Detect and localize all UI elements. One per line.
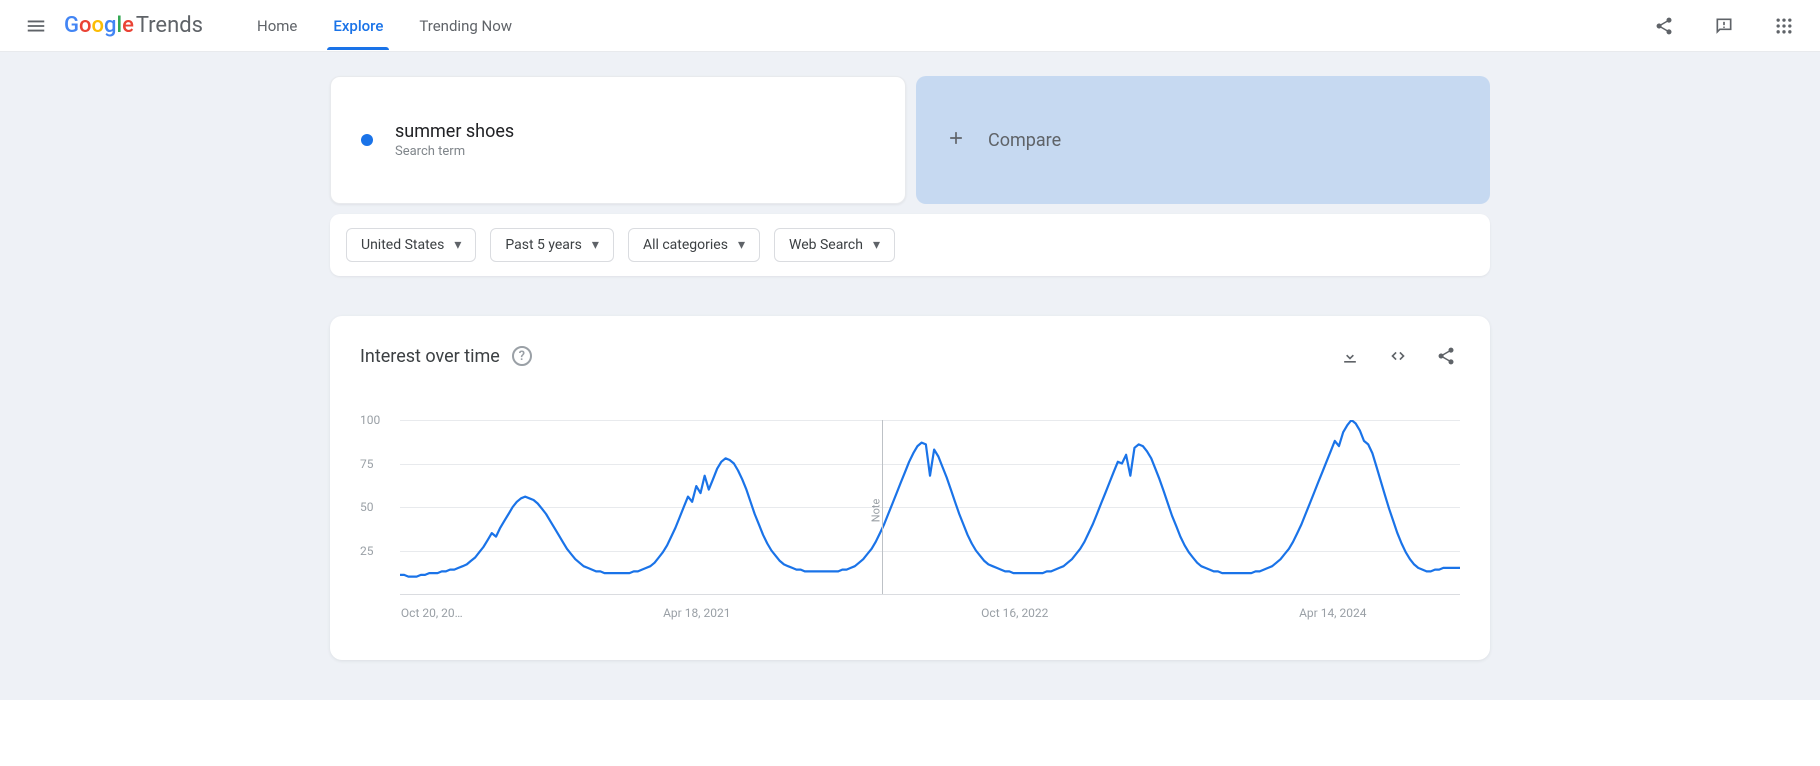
y-tick-label: 75 (360, 457, 374, 471)
page-body: summer shoes Search term Compare United … (0, 52, 1820, 700)
chevron-down-icon: ▾ (873, 237, 880, 253)
chevron-down-icon: ▾ (738, 237, 745, 253)
share-icon[interactable] (1644, 6, 1684, 46)
nav-home[interactable]: Home (243, 3, 311, 49)
y-tick-label: 50 (360, 500, 374, 514)
y-tick-label: 100 (360, 413, 380, 427)
y-tick-label: 25 (360, 544, 374, 558)
logo[interactable]: Google Trends (64, 13, 203, 38)
apps-grid-icon[interactable] (1764, 6, 1804, 46)
chart-plot-area: 255075100NoteOct 20, 20…Apr 18, 2021Oct … (360, 420, 1460, 620)
main-nav: Home Explore Trending Now (243, 3, 526, 49)
grid-line (400, 594, 1460, 595)
line-plot (400, 420, 1460, 594)
search-terms-row: summer shoes Search term Compare (330, 52, 1490, 204)
hamburger-menu-icon[interactable] (16, 6, 56, 46)
term-label: summer shoes (395, 121, 514, 142)
filter-category[interactable]: All categories ▾ (628, 228, 760, 262)
chevron-down-icon: ▾ (454, 237, 461, 253)
term-color-dot (361, 134, 373, 146)
note-label: Note (870, 498, 883, 522)
chevron-down-icon: ▾ (592, 237, 599, 253)
chart-title: Interest over time (360, 346, 500, 367)
filter-property[interactable]: Web Search ▾ (774, 228, 895, 262)
embed-icon[interactable] (1384, 342, 1412, 370)
nav-explore[interactable]: Explore (319, 3, 397, 49)
chart-cursor-line (882, 420, 883, 594)
filter-geo-label: United States (361, 237, 444, 253)
chart-actions (1336, 342, 1460, 370)
filter-category-label: All categories (643, 237, 728, 253)
plus-icon (946, 128, 966, 153)
x-tick-label: Apr 14, 2024 (1299, 606, 1366, 620)
filter-time[interactable]: Past 5 years ▾ (490, 228, 614, 262)
nav-trending[interactable]: Trending Now (405, 3, 526, 49)
search-term-pill[interactable]: summer shoes Search term (330, 76, 906, 204)
header-actions (1644, 6, 1804, 46)
feedback-icon[interactable] (1704, 6, 1744, 46)
help-icon[interactable]: ? (512, 346, 532, 366)
filter-time-label: Past 5 years (505, 237, 582, 253)
download-icon[interactable] (1336, 342, 1364, 370)
filter-geo[interactable]: United States ▾ (346, 228, 476, 262)
term-sublabel: Search term (395, 144, 514, 159)
filters-bar: United States ▾ Past 5 years ▾ All categ… (330, 214, 1490, 276)
x-tick-label: Oct 16, 2022 (981, 606, 1048, 620)
logo-product-label: Trends (136, 13, 203, 38)
compare-label: Compare (988, 130, 1061, 151)
add-compare-button[interactable]: Compare (916, 76, 1490, 204)
share-chart-icon[interactable] (1432, 342, 1460, 370)
interest-over-time-card: Interest over time ? 25 50 75 100 Note Oct 20… (330, 316, 1490, 660)
x-tick-label: Oct 20, 20… (401, 606, 463, 620)
x-tick-label: Apr 18, 2021 (663, 606, 730, 620)
header: Google Trends Home Explore Trending Now (0, 0, 1820, 52)
filter-property-label: Web Search (789, 237, 863, 253)
